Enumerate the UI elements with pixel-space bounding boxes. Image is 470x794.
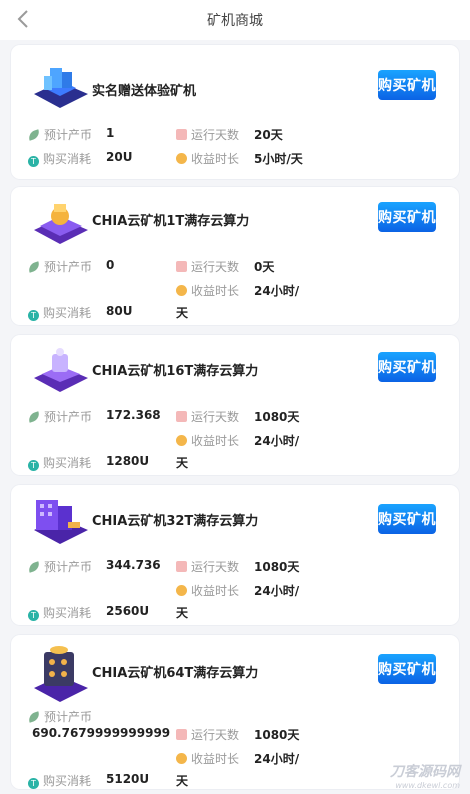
token-icon: T <box>28 610 39 621</box>
coin-value: 172.368 <box>106 408 161 422</box>
product-name: CHIA云矿机16T满存云算力 <box>92 364 259 379</box>
product-name: 实名赠送体验矿机 <box>92 84 197 99</box>
leaf-icon <box>26 261 42 273</box>
cost-row: T 购买消耗 <box>28 304 91 321</box>
token-icon: T <box>28 156 39 167</box>
cost-row: T 购买消耗 <box>28 772 91 789</box>
days-value: 1080天 <box>254 728 300 742</box>
days-value: 0天 <box>254 260 275 274</box>
mining-rig-icon <box>34 68 88 108</box>
duration-row: 收益时长 <box>176 282 239 299</box>
cost-value: 2560U <box>106 604 150 618</box>
coin-icon <box>176 585 187 596</box>
days-value: 1080天 <box>254 410 300 424</box>
leaf-icon <box>26 711 42 723</box>
buy-button[interactable]: 购买矿机 <box>378 352 436 382</box>
mining-rig-icon <box>34 500 88 544</box>
coin-row: 预计产币 <box>26 258 92 275</box>
cost-value: 5120U <box>106 772 150 786</box>
duration-value-cont: 天 <box>176 606 189 620</box>
product-name: CHIA云矿机32T满存云算力 <box>92 514 259 529</box>
duration-row: 收益时长 <box>176 432 239 449</box>
cost-value: 1280U <box>106 454 150 468</box>
coin-icon <box>176 153 187 164</box>
days-row: 运行天数 <box>176 558 239 575</box>
buy-button[interactable]: 购买矿机 <box>378 202 436 232</box>
days-value: 1080天 <box>254 560 300 574</box>
calendar-icon <box>176 411 187 422</box>
coin-icon <box>176 753 187 764</box>
duration-row: 收益时长 <box>176 582 239 599</box>
duration-value: 5小时/天 <box>254 152 303 166</box>
buy-button[interactable]: 购买矿机 <box>378 70 436 100</box>
coin-value: 344.736 <box>106 558 161 572</box>
buy-button[interactable]: 购买矿机 <box>378 504 436 534</box>
product-card: CHIA云矿机16T满存云算力 购买矿机 预计产币 172.368 运行天数 1… <box>10 334 460 476</box>
cost-value: 20U <box>106 150 133 164</box>
coin-icon <box>176 435 187 446</box>
product-card: CHIA云矿机1T满存云算力 购买矿机 预计产币 0 运行天数 0天 收益时长 … <box>10 186 460 326</box>
product-card: 实名赠送体验矿机 购买矿机 预计产币 1 运行天数 20天 T 购买消耗 20U … <box>10 44 460 180</box>
calendar-icon <box>176 261 187 272</box>
duration-row: 收益时长 <box>176 150 239 167</box>
mining-rig-icon <box>34 348 88 392</box>
days-value: 20天 <box>254 128 283 142</box>
days-row: 运行天数 <box>176 126 239 143</box>
top-bar: 矿机商城 <box>0 0 470 40</box>
duration-value: 24小时/ <box>254 434 300 448</box>
leaf-icon <box>26 561 42 573</box>
coin-row: 预计产币 <box>26 126 92 143</box>
leaf-icon <box>26 411 42 423</box>
coin-row: 预计产币 <box>26 708 92 725</box>
duration-value-cont: 天 <box>176 306 189 320</box>
cost-row: T 购买消耗 <box>28 604 91 621</box>
mining-rig-icon <box>34 646 88 702</box>
cost-row: T 购买消耗 <box>28 454 91 471</box>
coin-row: 预计产币 <box>26 558 92 575</box>
watermark: 刀客源码网 www.dkewl.com <box>390 764 460 790</box>
days-row: 运行天数 <box>176 408 239 425</box>
coin-icon <box>176 285 187 296</box>
duration-value: 24小时/ <box>254 752 300 766</box>
coin-value: 1 <box>106 126 115 140</box>
calendar-icon <box>176 729 187 740</box>
duration-value: 24小时/ <box>254 584 300 598</box>
calendar-icon <box>176 129 187 140</box>
duration-value-cont: 天 <box>176 774 189 788</box>
duration-row: 收益时长 <box>176 750 239 767</box>
days-row: 运行天数 <box>176 726 239 743</box>
coin-row: 预计产币 <box>26 408 92 425</box>
calendar-icon <box>176 561 187 572</box>
cost-row: T 购买消耗 <box>28 150 91 167</box>
product-name: CHIA云矿机64T满存云算力 <box>92 666 259 681</box>
token-icon: T <box>28 310 39 321</box>
coin-value: 0 <box>106 258 115 272</box>
cost-value: 80U <box>106 304 133 318</box>
page-title: 矿机商城 <box>207 13 263 29</box>
leaf-icon <box>26 129 42 141</box>
token-icon: T <box>28 460 39 471</box>
buy-button[interactable]: 购买矿机 <box>378 654 436 684</box>
mining-rig-icon <box>34 204 88 244</box>
token-icon: T <box>28 778 39 789</box>
product-card: CHIA云矿机32T满存云算力 购买矿机 预计产币 344.736 运行天数 1… <box>10 484 460 626</box>
coin-value: 690.7679999999999 <box>32 726 171 740</box>
days-row: 运行天数 <box>176 258 239 275</box>
duration-value-cont: 天 <box>176 456 189 470</box>
product-name: CHIA云矿机1T满存云算力 <box>92 214 250 229</box>
duration-value: 24小时/ <box>254 284 300 298</box>
